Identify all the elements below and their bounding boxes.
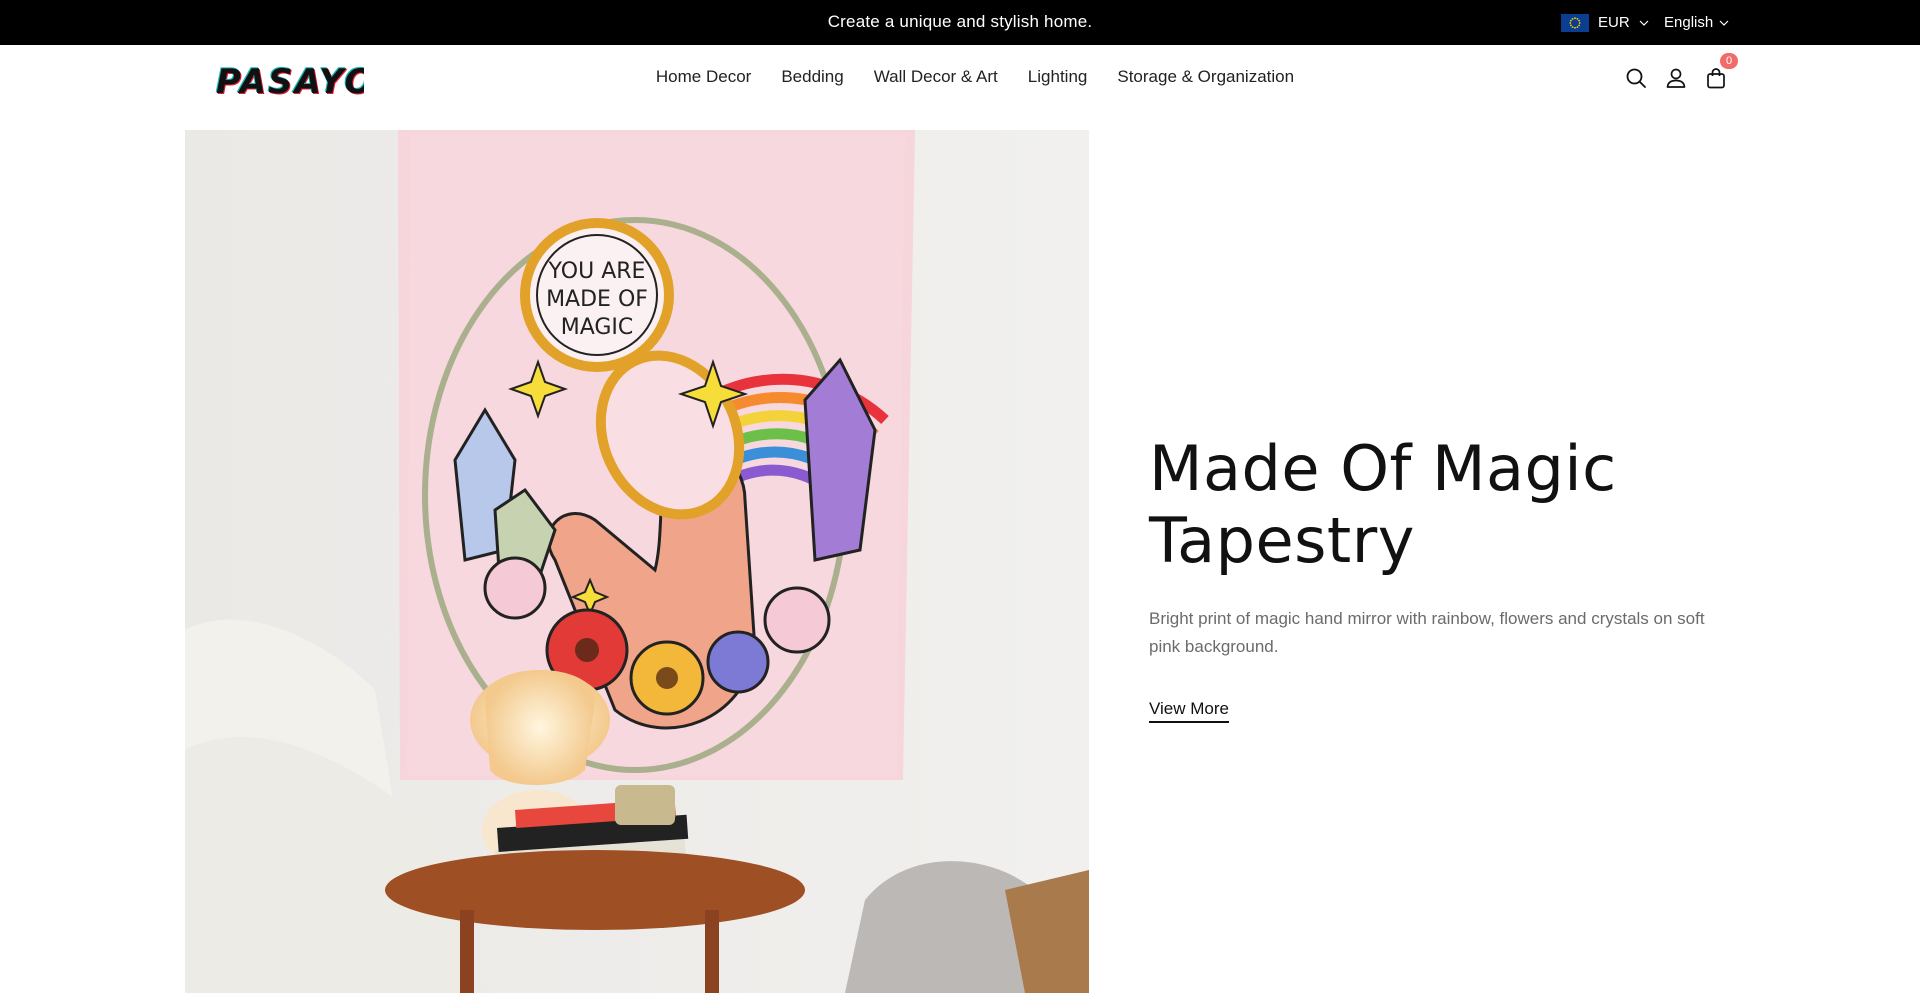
hero-title-line1: Made Of Magic [1149, 432, 1617, 505]
nav-item-home-decor[interactable]: Home Decor [641, 67, 766, 87]
account-icon[interactable] [1664, 66, 1688, 90]
language-label: English [1664, 14, 1714, 31]
svg-text:YOU ARE: YOU ARE [548, 259, 646, 284]
hero-title: Made Of Magic Tapestry [1149, 433, 1729, 577]
language-selector[interactable]: English [1664, 0, 1729, 45]
site-header: PASAYO PASAYO PASAYO Home Decor Bedding … [0, 45, 1920, 130]
hero-description: Bright print of magic hand mirror with r… [1149, 609, 1705, 656]
currency-selector[interactable]: EUR [1561, 0, 1649, 45]
hero-content: Made Of Magic Tapestry Bright print of m… [1149, 433, 1729, 723]
nav-item-lighting[interactable]: Lighting [1013, 67, 1103, 87]
cart-count-badge: 0 [1720, 53, 1738, 69]
chevron-down-icon [1639, 20, 1649, 26]
cart-icon[interactable]: 0 [1704, 53, 1738, 90]
currency-label: EUR [1598, 14, 1630, 31]
search-icon[interactable] [1624, 66, 1648, 90]
nav-item-wall-decor-art[interactable]: Wall Decor & Art [859, 67, 1013, 87]
header-actions: 0 [1624, 53, 1738, 93]
chevron-down-icon [1719, 20, 1729, 26]
svg-text:MADE OF: MADE OF [546, 287, 648, 312]
svg-text:MAGIC: MAGIC [561, 315, 634, 340]
announcement-bar: Create a unique and stylish home. EUR En… [0, 0, 1920, 45]
eu-flag-icon [1561, 13, 1589, 32]
nav-item-bedding[interactable]: Bedding [766, 67, 858, 87]
hero-image[interactable]: YOU ARE MADE OF MAGIC [185, 130, 1089, 993]
view-more-link[interactable]: View More [1149, 699, 1229, 723]
hero-title-line2: Tapestry [1149, 504, 1415, 577]
nav-item-storage-organization[interactable]: Storage & Organization [1102, 67, 1309, 87]
